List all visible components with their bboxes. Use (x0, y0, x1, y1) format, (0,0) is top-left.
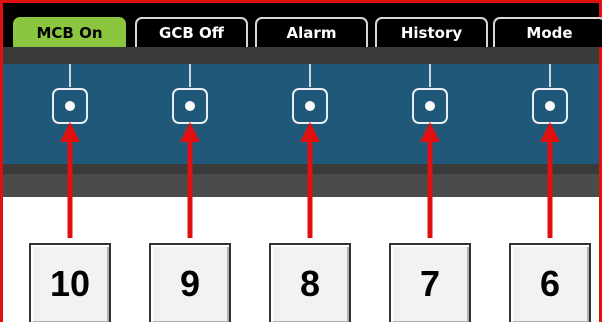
led-dot (65, 101, 75, 111)
callout-label-6: 6 (509, 243, 591, 322)
led-stem (549, 64, 551, 87)
led-stem (189, 64, 191, 87)
led-indicator-7 (412, 64, 448, 164)
led-dot (545, 101, 555, 111)
panel-bottom-bar (3, 174, 599, 197)
led-stem (429, 64, 431, 87)
callout-label-7: 7 (389, 243, 471, 322)
led-indicator-8 (292, 64, 328, 164)
tab-bar: MCB On GCB Off Alarm History Mode (3, 3, 602, 47)
tab-mode[interactable]: Mode (493, 17, 602, 47)
led-indicator-icon[interactable] (172, 88, 208, 124)
panel-bottom-strip (3, 164, 599, 174)
tab-mcb-on[interactable]: MCB On (13, 17, 126, 47)
led-indicator-6 (532, 64, 568, 164)
led-indicator-icon[interactable] (532, 88, 568, 124)
led-stem (309, 64, 311, 87)
callout-label-9: 9 (149, 243, 231, 322)
callout-label-8: 8 (269, 243, 351, 322)
led-stem (69, 64, 71, 87)
led-indicator-icon[interactable] (412, 88, 448, 124)
led-indicator-9 (172, 64, 208, 164)
tab-history[interactable]: History (375, 17, 488, 47)
panel-top-strip (3, 47, 599, 64)
tab-alarm[interactable]: Alarm (255, 17, 368, 47)
led-dot (185, 101, 195, 111)
callout-label-10: 10 (29, 243, 111, 322)
led-indicator-icon[interactable] (292, 88, 328, 124)
led-dot (425, 101, 435, 111)
led-indicator-10 (52, 64, 88, 164)
led-indicator-icon[interactable] (52, 88, 88, 124)
tab-gcb-off[interactable]: GCB Off (135, 17, 248, 47)
led-dot (305, 101, 315, 111)
